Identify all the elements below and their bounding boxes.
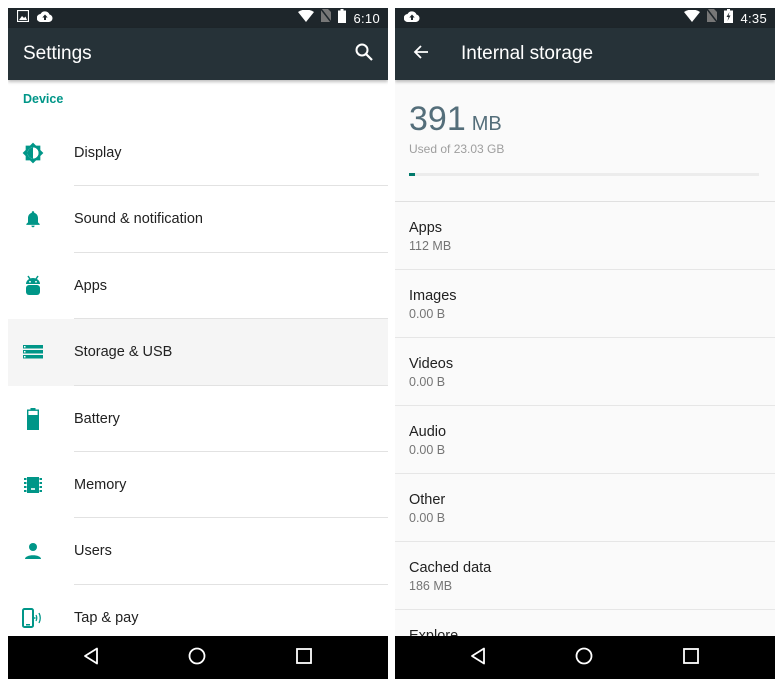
storage-used-unit: MB <box>471 113 502 135</box>
settings-item-label: Storage & USB <box>74 344 173 361</box>
recents-button[interactable] <box>679 646 703 670</box>
battery-charging-icon <box>724 8 734 28</box>
search-button[interactable] <box>352 42 376 66</box>
android-icon <box>21 274 45 298</box>
wifi-icon <box>684 9 701 27</box>
settings-item-label: Battery <box>74 410 120 427</box>
storage-item-value: 112 MB <box>409 239 452 253</box>
app-bar: Internal storage <box>395 28 775 80</box>
page-title: Internal storage <box>461 43 594 64</box>
storage-item-value: 0.00 B <box>409 307 446 321</box>
storage-item-title: Videos <box>409 356 454 372</box>
back-button[interactable] <box>466 646 490 670</box>
settings-item-storage-usb[interactable]: Storage & USB <box>8 319 388 386</box>
bell-icon <box>21 207 45 231</box>
battery-icon <box>338 8 347 28</box>
wifi-icon <box>298 9 315 27</box>
settings-item-label: Tap & pay <box>74 609 139 626</box>
storage-item-value: 186 MB <box>409 579 453 593</box>
page-title: Settings <box>23 43 92 64</box>
storage-item-title: Apps <box>409 220 443 236</box>
settings-item-display[interactable]: Display <box>8 120 388 187</box>
cloud-upload-icon <box>36 9 53 27</box>
settings-item-users[interactable]: Users <box>8 518 388 585</box>
memory-chip-icon <box>21 473 45 497</box>
no-sim-icon <box>320 8 333 27</box>
storage-item-title: Cached data <box>409 560 492 576</box>
no-sim-icon <box>706 8 719 27</box>
recents-icon <box>296 647 312 669</box>
search-icon <box>355 43 373 66</box>
settings-item-label: Memory <box>74 476 127 493</box>
storage-item-value: 0.00 B <box>409 511 446 525</box>
settings-screen: 6:10 Settings Device Display Sound & not… <box>8 8 388 679</box>
storage-item-other[interactable]: Other 0.00 B <box>395 474 775 542</box>
storage-item-images[interactable]: Images 0.00 B <box>395 270 775 338</box>
storage-progress-fill <box>409 173 415 176</box>
section-header-device: Device <box>23 92 64 106</box>
internal-storage-screen: 4:35 Internal storage 391 MB Used of 23.… <box>395 8 775 679</box>
clock: 4:35 <box>740 10 767 26</box>
storage-used-value: 391 <box>409 100 466 138</box>
status-bar: 6:10 <box>8 8 388 28</box>
brightness-icon <box>21 141 45 165</box>
storage-category-list: Apps 112 MB Images 0.00 B Videos 0.00 B … <box>395 202 775 678</box>
recents-icon <box>683 647 699 669</box>
home-icon <box>188 647 206 670</box>
settings-list: Display Sound & notification Apps Storag… <box>8 120 388 651</box>
image-notification-icon <box>16 9 30 27</box>
storage-item-cached-data[interactable]: Cached data 186 MB <box>395 542 775 610</box>
settings-item-label: Users <box>74 543 112 560</box>
app-bar: Settings <box>8 28 388 80</box>
storage-progress-bar <box>409 173 759 176</box>
storage-item-apps[interactable]: Apps 112 MB <box>395 202 775 270</box>
status-bar: 4:35 <box>395 8 775 28</box>
person-icon <box>21 539 45 563</box>
storage-item-title: Other <box>409 492 446 508</box>
storage-total: Used of 23.03 GB <box>409 142 505 156</box>
navigation-bar <box>395 636 775 679</box>
back-icon <box>470 647 486 670</box>
settings-item-label: Apps <box>74 277 108 294</box>
storage-item-value: 0.00 B <box>409 443 446 457</box>
settings-item-label: Sound & notification <box>74 211 203 228</box>
home-button[interactable] <box>572 646 596 670</box>
cloud-upload-icon <box>403 9 420 27</box>
nfc-phone-icon <box>21 606 45 630</box>
settings-item-sound-notification[interactable]: Sound & notification <box>8 186 388 253</box>
storage-item-title: Images <box>409 288 457 304</box>
storage-item-value: 0.00 B <box>409 375 446 389</box>
storage-icon <box>21 340 45 364</box>
back-icon <box>83 647 99 670</box>
storage-item-videos[interactable]: Videos 0.00 B <box>395 338 775 406</box>
settings-item-memory[interactable]: Memory <box>8 452 388 519</box>
home-icon <box>575 647 593 670</box>
storage-summary: 391 MB Used of 23.03 GB <box>395 80 775 202</box>
settings-item-battery[interactable]: Battery <box>8 386 388 452</box>
battery-icon <box>21 407 45 431</box>
settings-item-apps[interactable]: Apps <box>8 253 388 320</box>
navigation-bar <box>8 636 388 679</box>
back-navigation-button[interactable] <box>409 42 433 66</box>
arrow-back-icon <box>413 44 429 65</box>
storage-used: 391 MB <box>409 100 502 139</box>
recents-button[interactable] <box>292 646 316 670</box>
home-button[interactable] <box>185 646 209 670</box>
back-button[interactable] <box>79 646 103 670</box>
clock: 6:10 <box>353 10 380 26</box>
storage-item-audio[interactable]: Audio 0.00 B <box>395 406 775 474</box>
storage-item-title: Audio <box>409 424 447 440</box>
settings-item-label: Display <box>74 145 122 161</box>
